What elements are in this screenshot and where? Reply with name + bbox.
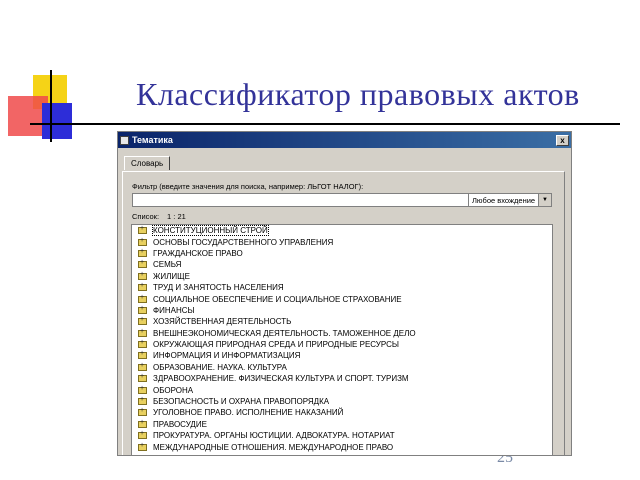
decor-blue-square (42, 103, 72, 139)
list-count-value: 1 : 21 (167, 212, 186, 221)
window-title: Тематика (132, 135, 173, 145)
list-count: Список: 1 : 21 (132, 212, 186, 221)
folder-icon (138, 373, 147, 383)
folder-icon (138, 316, 147, 326)
folder-icon (138, 259, 147, 269)
tab-dictionary[interactable]: Словарь (124, 156, 171, 170)
list-item[interactable]: ИНФОРМАЦИЯ И ИНФОРМАТИЗАЦИЯ (132, 350, 552, 361)
list-item[interactable]: ХОЗЯЙСТВЕННАЯ ДЕЯТЕЛЬНОСТЬ (132, 316, 552, 327)
folder-icon (138, 385, 147, 394)
folder-icon (138, 350, 147, 360)
chevron-down-icon[interactable]: ▼ (538, 194, 551, 206)
folder-icon (138, 328, 147, 337)
list-item[interactable]: ЖИЛИЩЕ (132, 271, 552, 282)
slide-title: Классификатор правовых актов (136, 76, 580, 112)
list-item[interactable]: ОБОРОНА (132, 384, 552, 395)
list-item[interactable]: ПРОКУРАТУРА. ОРГАНЫ ЮСТИЦИИ. АДВОКАТУРА.… (132, 430, 552, 441)
list-item[interactable]: ПРАВОСУДИЕ (132, 419, 552, 430)
folder-icon (138, 282, 147, 292)
list-item[interactable]: ЗДРАВООХРАНЕНИЕ. ФИЗИЧЕСКАЯ КУЛЬТУРА И С… (132, 373, 552, 384)
folder-icon (138, 305, 147, 314)
folder-icon (138, 294, 147, 303)
folder-icon (138, 442, 147, 451)
folder-icon (138, 419, 147, 428)
folder-icon (138, 237, 147, 246)
list-item[interactable]: ОСНОВЫ ГОСУДАРСТВЕННОГО УПРАВЛЕНИЯ (132, 236, 552, 247)
folder-icon (138, 396, 147, 406)
list-count-label: Список: (132, 212, 160, 221)
list-item[interactable]: СОЦИАЛЬНОЕ ОБЕСПЕЧЕНИЕ И СОЦИАЛЬНОЕ СТРА… (132, 293, 552, 304)
folder-icon (138, 271, 147, 280)
folder-icon (138, 339, 147, 349)
list-item[interactable]: ОБРАЗОВАНИЕ. НАУКА. КУЛЬТУРА (132, 362, 552, 373)
list-item[interactable]: БЕЗОПАСНОСТЬ И ОХРАНА ПРАВОПОРЯДКА (132, 396, 552, 407)
tab-strip: Словарь (124, 153, 171, 171)
folder-icon (138, 225, 147, 235)
folder-icon (138, 362, 147, 371)
match-mode-value: Любое вхождение (472, 195, 536, 205)
topic-list[interactable]: КОНСТИТУЦИОННЫЙ СТРОЙ ОСНОВЫ ГОСУДАРСТВЕ… (131, 224, 553, 455)
list-item[interactable]: МЕЖДУНАРОДНЫЕ ОТНОШЕНИЯ. МЕЖДУНАРОДНОЕ П… (132, 441, 552, 452)
decor-horizontal-line (30, 123, 620, 125)
folder-icon (138, 430, 147, 440)
list-item[interactable]: ТРУД И ЗАНЯТОСТЬ НАСЕЛЕНИЯ (132, 282, 552, 293)
decor-vertical-line (50, 70, 52, 142)
list-item[interactable]: КОНСТИТУЦИОННЫЙ СТРОЙ (132, 225, 552, 237)
list-item[interactable]: УГОЛОВНОЕ ПРАВО. ИСПОЛНЕНИЕ НАКАЗАНИЙ (132, 407, 552, 418)
thematic-window: Тематика x Словарь Фильтр (введите значе… (117, 131, 572, 456)
window-titlebar[interactable]: Тематика x (118, 132, 571, 148)
filter-input[interactable] (132, 193, 474, 207)
folder-icon (138, 407, 147, 417)
list-item[interactable]: ОКРУЖАЮЩАЯ ПРИРОДНАЯ СРЕДА И ПРИРОДНЫЕ Р… (132, 339, 552, 350)
filter-label: Фильтр (введите значения для поиска, нап… (132, 182, 364, 191)
app-icon (120, 135, 129, 145)
list-item[interactable]: ВНЕШНЕЭКОНОМИЧЕСКАЯ ДЕЯТЕЛЬНОСТЬ. ТАМОЖЕ… (132, 328, 552, 339)
match-mode-select[interactable]: Любое вхождение ▼ (468, 193, 552, 207)
folder-icon (138, 248, 147, 257)
list-item[interactable]: СЕМЬЯ (132, 259, 552, 270)
list-item[interactable]: ФИНАНСЫ (132, 305, 552, 316)
close-button[interactable]: x (556, 134, 569, 146)
list-item[interactable]: ГРАЖДАНСКОЕ ПРАВО (132, 248, 552, 259)
